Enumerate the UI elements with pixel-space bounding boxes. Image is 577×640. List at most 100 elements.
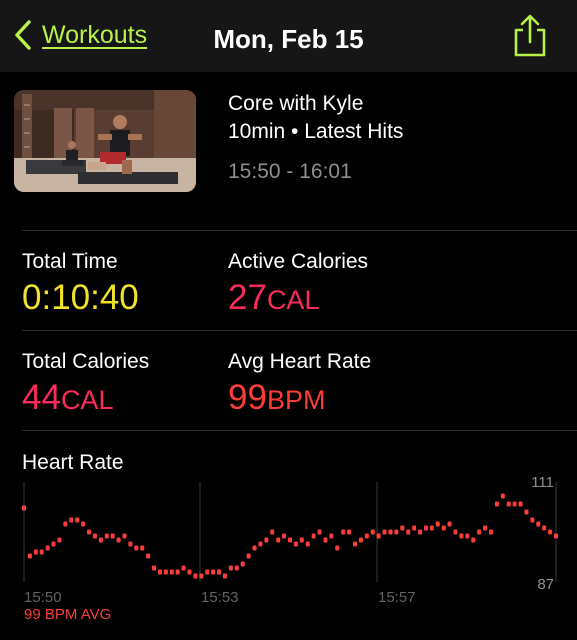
heart-rate-point	[33, 549, 38, 555]
heart-rate-point	[524, 509, 529, 515]
heart-rate-point	[406, 529, 411, 535]
heart-rate-point	[299, 537, 304, 543]
heart-rate-point	[87, 529, 92, 535]
heart-rate-point	[441, 525, 446, 531]
heart-rate-point	[258, 541, 263, 547]
divider	[22, 330, 577, 331]
heart-rate-point	[500, 493, 505, 499]
heart-rate-point	[116, 537, 121, 543]
active-calories-unit: CAL	[266, 285, 320, 315]
heart-rate-point	[140, 545, 145, 551]
heart-rate-point	[63, 521, 68, 527]
heart-rate-point	[382, 529, 387, 535]
y-tick-label: 87	[537, 576, 554, 593]
total-time-value: 0:10:40	[22, 278, 139, 317]
heart-rate-point	[364, 533, 369, 539]
heart-rate-point	[181, 565, 186, 571]
heart-rate-point	[548, 529, 553, 535]
heart-rate-point	[45, 545, 50, 551]
heart-rate-point	[240, 561, 245, 567]
heart-rate-point	[51, 541, 56, 547]
divider	[22, 230, 577, 231]
heart-rate-point	[412, 525, 417, 531]
heart-rate-point	[217, 569, 222, 575]
heart-rate-point	[293, 541, 298, 547]
x-tick-label: 15:53	[201, 589, 239, 606]
heart-rate-point	[459, 533, 464, 539]
heart-rate-chart[interactable]: 15:50 15:53 15:57 111 87	[0, 476, 577, 606]
heart-rate-point	[193, 573, 198, 579]
heart-rate-point	[288, 537, 292, 543]
heart-rate-point	[418, 529, 423, 535]
heart-rate-point	[228, 565, 233, 571]
heart-rate-point	[169, 569, 174, 575]
active-calories-label: Active Calories	[228, 250, 369, 273]
y-tick-label: 111	[531, 476, 554, 491]
heart-rate-point	[222, 573, 227, 579]
heart-rate-point	[323, 537, 328, 543]
workout-meta: 10min • Latest Hits	[228, 120, 404, 143]
avg-heart-rate-number: 99	[228, 378, 267, 417]
heart-rate-point	[423, 525, 428, 531]
heart-rate-point	[305, 541, 310, 547]
heart-rate-point	[388, 529, 393, 535]
heart-rate-point	[341, 529, 346, 535]
heart-rate-point	[205, 569, 210, 575]
heart-rate-point	[335, 545, 340, 551]
heart-rate-point	[234, 565, 239, 571]
heart-rate-avg: 99 BPM AVG	[24, 606, 112, 623]
heart-rate-point	[506, 501, 511, 507]
heart-rate-point	[175, 569, 180, 575]
heart-rate-point	[152, 565, 157, 571]
heart-rate-point	[199, 573, 204, 579]
heart-rate-point	[264, 537, 269, 543]
heart-rate-point	[376, 533, 381, 539]
heart-rate-title: Heart Rate	[22, 451, 124, 474]
workout-time-range: 15:50 - 16:01	[228, 160, 352, 183]
heart-rate-point	[146, 553, 151, 559]
heart-rate-point	[347, 529, 352, 535]
heart-rate-point	[27, 553, 32, 559]
heart-rate-point	[483, 525, 488, 531]
heart-rate-point	[488, 529, 493, 535]
avg-heart-rate-value: 99BPM	[228, 378, 325, 418]
heart-rate-point	[471, 537, 476, 543]
heart-rate-point	[211, 569, 216, 575]
workout-title: Core with Kyle	[228, 92, 364, 115]
heart-rate-point	[92, 533, 97, 539]
heart-rate-point	[477, 529, 482, 535]
heart-rate-point	[57, 537, 62, 543]
heart-rate-point	[400, 525, 405, 531]
heart-rate-point	[134, 545, 139, 551]
workout-thumbnail[interactable]	[14, 90, 196, 192]
heart-rate-point	[453, 529, 458, 535]
heart-rate-point	[157, 569, 162, 575]
heart-rate-point	[518, 501, 523, 507]
heart-rate-point	[429, 525, 434, 531]
heart-rate-point	[311, 533, 316, 539]
heart-rate-point	[39, 549, 44, 555]
heart-rate-point	[252, 545, 257, 551]
share-button[interactable]	[512, 14, 548, 63]
heart-rate-point	[542, 525, 547, 531]
heart-rate-point	[530, 517, 535, 523]
active-calories-number: 27	[228, 278, 267, 317]
heart-rate-point	[394, 529, 399, 535]
avg-heart-rate-unit: BPM	[266, 385, 326, 415]
page-title: Mon, Feb 15	[213, 24, 364, 54]
heart-rate-point	[22, 505, 26, 511]
total-calories-label: Total Calories	[22, 350, 150, 373]
x-tick-label: 15:50	[24, 589, 62, 606]
heart-rate-point	[81, 521, 86, 527]
divider	[22, 430, 577, 431]
heart-rate-point	[353, 541, 358, 547]
heart-rate-point	[282, 533, 287, 539]
heart-rate-point	[512, 501, 517, 507]
heart-rate-point	[317, 529, 322, 535]
heart-rate-point	[435, 521, 440, 527]
avg-heart-rate-label: Avg Heart Rate	[228, 350, 372, 373]
total-calories-number: 44	[22, 378, 61, 417]
heart-rate-point	[270, 529, 275, 535]
heart-rate-point	[98, 537, 103, 543]
heart-rate-point	[494, 501, 499, 507]
